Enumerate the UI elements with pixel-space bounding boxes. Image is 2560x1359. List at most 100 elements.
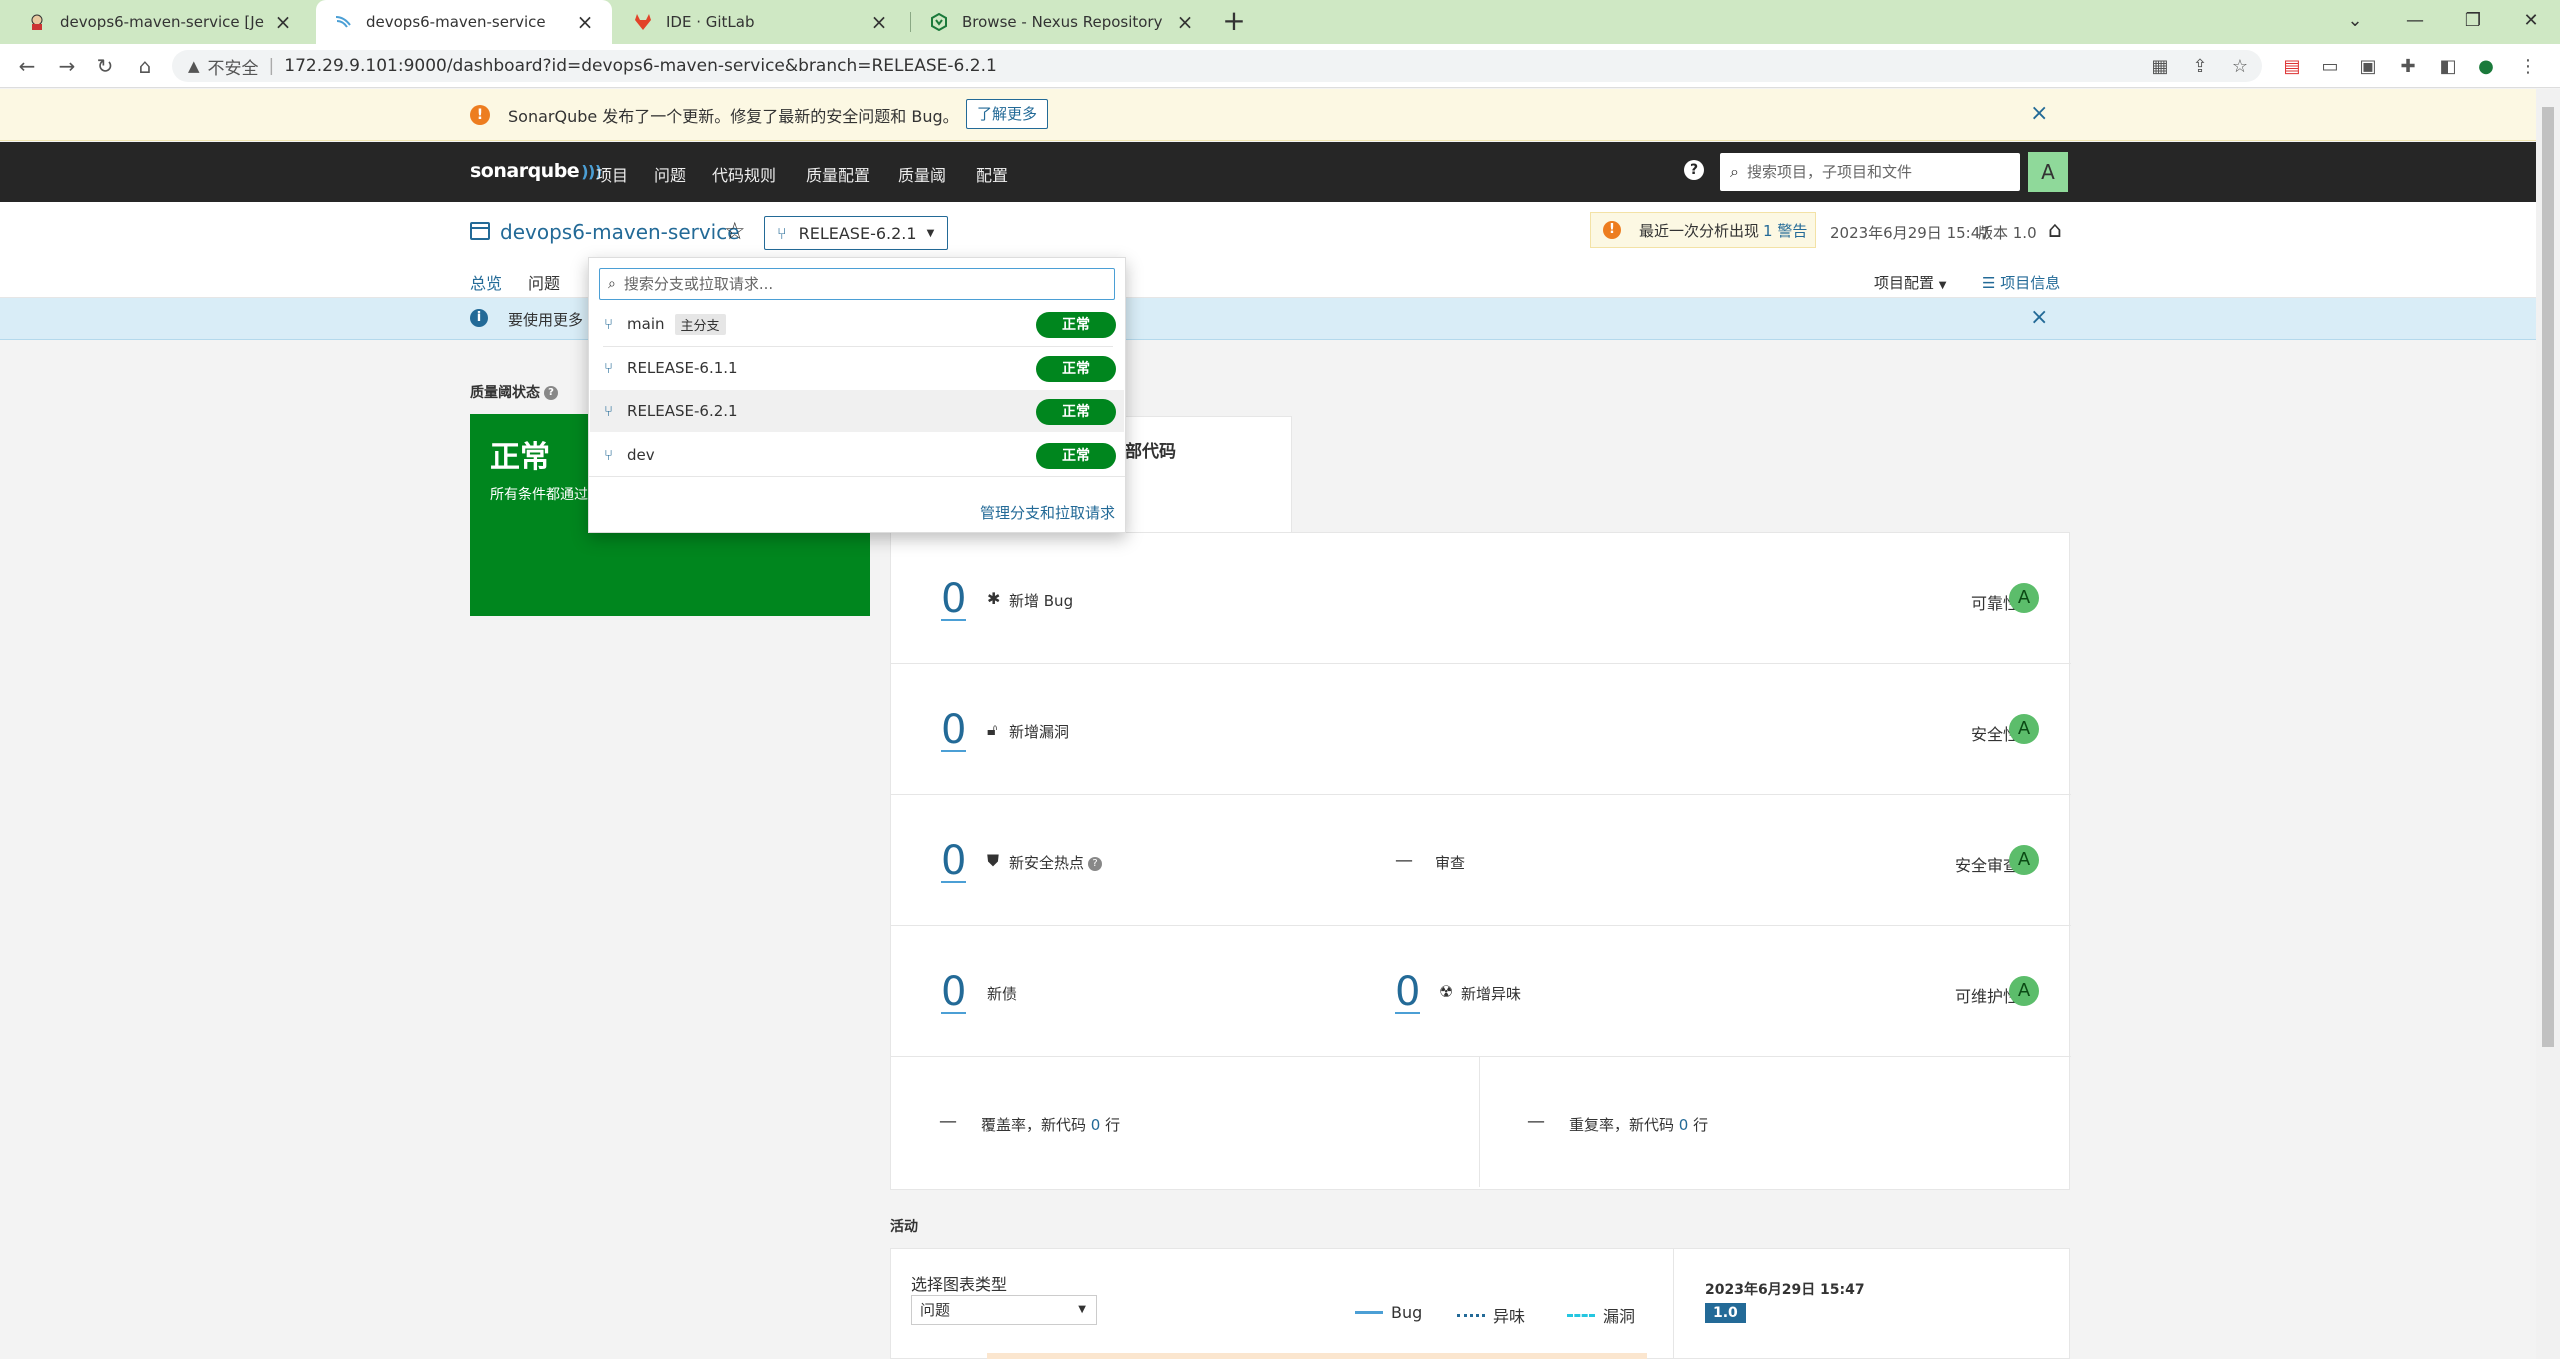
menu-dots-icon[interactable]: ⋮ xyxy=(2516,54,2540,78)
address-bar[interactable]: ▲ 不安全 | 172.29.9.101:9000/dashboard?id=d… xyxy=(172,50,2262,82)
forward-icon[interactable]: → xyxy=(52,51,82,81)
sonarqube-icon xyxy=(334,13,352,31)
browser-tab-jenkins[interactable]: devops6-maven-service [Jenki × xyxy=(10,0,310,44)
help-icon[interactable]: ? xyxy=(1088,856,1103,871)
duplication-lines[interactable]: 0 xyxy=(1679,1116,1689,1134)
tab-search-chevron-icon[interactable]: ⌄ xyxy=(2330,0,2380,40)
new-hotspots-count[interactable]: 0 xyxy=(941,841,967,883)
scrollbar-thumb[interactable] xyxy=(2542,107,2554,1047)
manage-branches-link[interactable]: 管理分支和拉取请求 xyxy=(980,502,1115,523)
share-icon[interactable]: ⇪ xyxy=(2188,54,2212,78)
update-banner: ! SonarQube 发布了一个更新。修复了最新的安全问题和 Bug。 了解更… xyxy=(0,89,2536,141)
project-version: 版本 1.0 xyxy=(1978,224,2037,242)
translate-icon[interactable]: ▦ xyxy=(2148,54,2172,78)
legend-vulnerability: 漏洞 xyxy=(1567,1303,1635,1327)
maintainability-rating[interactable]: A xyxy=(2009,976,2039,1006)
project-name-link[interactable]: devops6-maven-service xyxy=(500,220,740,244)
warning-link[interactable]: 1 警告 xyxy=(1763,220,1807,241)
security-review-rating[interactable]: A xyxy=(2009,845,2039,875)
caret-down-icon: ▼ xyxy=(1938,280,1947,291)
status-badge: 正常 xyxy=(1036,399,1116,425)
info-icon: i xyxy=(470,309,488,327)
help-icon[interactable]: ? xyxy=(1684,160,1704,180)
new-bugs-count[interactable]: 0 xyxy=(941,579,967,621)
new-vulnerabilities-count[interactable]: 0 xyxy=(941,710,967,752)
quality-gate-label: 质量阈状态? xyxy=(470,382,558,402)
tab-close-icon[interactable]: × xyxy=(1176,12,1194,32)
update-message: SonarQube 发布了一个更新。修复了最新的安全问题和 Bug。 xyxy=(508,107,959,126)
browser-tab-nexus[interactable]: Browse - Nexus Repository Ma × xyxy=(912,0,1212,44)
tab-close-icon[interactable]: × xyxy=(870,12,888,32)
coverage-lines[interactable]: 0 xyxy=(1091,1116,1101,1134)
new-debt-value[interactable]: 0 xyxy=(941,972,967,1014)
project-settings-menu[interactable]: 项目配置 ▼ xyxy=(1874,272,1947,293)
close-window-icon[interactable]: ✕ xyxy=(2506,0,2556,40)
back-icon[interactable]: ← xyxy=(12,51,42,81)
tab-close-icon[interactable]: × xyxy=(576,12,594,32)
close-icon[interactable]: × xyxy=(2030,101,2048,126)
browser-tab-sonarqube[interactable]: devops6-maven-service × xyxy=(316,0,612,44)
activity-chart-area xyxy=(987,1353,1647,1359)
branch-item-main[interactable]: ⑂ main 主分支 正常 xyxy=(590,303,1124,345)
security-rating[interactable]: A xyxy=(2009,714,2039,744)
graph-type-label: 选择图表类型 xyxy=(911,1275,1008,1294)
favorite-star-icon[interactable]: ☆ xyxy=(724,217,746,245)
measure-row-security: 0 🔓︎ 新增漏洞 安全性 A xyxy=(891,664,2071,795)
nav-administration[interactable]: 配置 xyxy=(976,162,1008,186)
warning-icon: ! xyxy=(470,105,490,125)
page-scrollbar[interactable] xyxy=(2536,89,2560,1359)
nav-quality-gates[interactable]: 质量阈 xyxy=(898,162,946,186)
graph-type-select[interactable]: 问题 ▼ xyxy=(911,1295,1097,1325)
branch-icon: ⑂ xyxy=(604,315,614,333)
new-code-smells-count[interactable]: 0 xyxy=(1395,972,1421,1014)
nav-issues[interactable]: 问题 xyxy=(654,162,686,186)
global-search[interactable]: ⌕ xyxy=(1720,153,2020,191)
branch-search-input[interactable] xyxy=(623,275,1104,293)
extensions-puzzle-icon[interactable]: ✚ xyxy=(2396,54,2420,78)
minimize-icon[interactable]: — xyxy=(2390,0,2440,40)
extension-red-icon[interactable]: ▤ xyxy=(2280,54,2304,78)
learn-more-button[interactable]: 了解更多 xyxy=(966,99,1049,129)
status-badge: 正常 xyxy=(1036,312,1116,338)
list-icon: ☰ xyxy=(1982,274,1996,292)
project-header: devops6-maven-service ☆ ⑂ RELEASE-6.2.1 … xyxy=(0,202,2536,303)
browser-tabstrip: devops6-maven-service [Jenki × devops6-m… xyxy=(0,0,2560,44)
gitlab-icon xyxy=(634,13,652,31)
branch-selector-button[interactable]: ⑂ RELEASE-6.2.1 ▼ xyxy=(764,216,948,250)
branch-search[interactable]: ⌕ xyxy=(599,268,1115,300)
new-tab-button[interactable]: + xyxy=(1218,6,1250,38)
branch-icon: ⑂ xyxy=(604,359,614,377)
nav-rules[interactable]: 代码规则 xyxy=(712,162,776,186)
branch-item-release-6-1-1[interactable]: ⑂ RELEASE-6.1.1 正常 xyxy=(590,347,1124,389)
browser-tab-gitlab[interactable]: IDE · GitLab × xyxy=(616,0,906,44)
reliability-rating[interactable]: A xyxy=(2009,583,2039,613)
close-icon[interactable]: × xyxy=(2030,305,2048,330)
profile-icon[interactable]: ● xyxy=(2474,54,2498,78)
nav-projects[interactable]: 项目 xyxy=(596,162,628,186)
caret-down-icon: ▼ xyxy=(926,227,935,239)
help-icon[interactable]: ? xyxy=(544,386,558,400)
reload-icon[interactable]: ↻ xyxy=(90,51,120,81)
extension-badge-icon[interactable]: ▣ xyxy=(2356,54,2380,78)
search-icon: ⌕ xyxy=(1730,162,1739,181)
jenkins-icon xyxy=(28,13,46,31)
tab-close-icon[interactable]: × xyxy=(274,12,292,32)
insecure-warning-icon: ▲ xyxy=(188,57,200,75)
global-search-input[interactable] xyxy=(1746,163,1997,181)
shield-icon: ⛊ xyxy=(987,851,1000,870)
sonarqube-logo[interactable]: sonarqube))) xyxy=(470,160,602,182)
branch-item-release-6-2-1[interactable]: ⑂ RELEASE-6.2.1 正常 xyxy=(590,390,1124,432)
bookmark-star-icon[interactable]: ☆ xyxy=(2228,54,2252,78)
project-info-link[interactable]: ☰ 项目信息 xyxy=(1982,272,2060,293)
nav-quality-profiles[interactable]: 质量配置 xyxy=(806,162,870,186)
extension-card-icon[interactable]: ▭ xyxy=(2318,54,2342,78)
search-icon: ⌕ xyxy=(608,276,616,292)
home-browser-icon[interactable]: ⌂ xyxy=(130,51,160,81)
branch-item-dev[interactable]: ⑂ dev 正常 xyxy=(590,434,1124,476)
user-avatar[interactable]: A xyxy=(2028,152,2068,192)
restore-icon[interactable]: ❐ xyxy=(2448,0,2498,40)
tab-issues[interactable]: 问题 xyxy=(528,270,560,294)
side-panel-icon[interactable]: ◧ xyxy=(2436,54,2460,78)
lock-icon: 🔓︎ xyxy=(987,720,998,739)
home-icon[interactable]: ⌂ xyxy=(2048,218,2062,243)
